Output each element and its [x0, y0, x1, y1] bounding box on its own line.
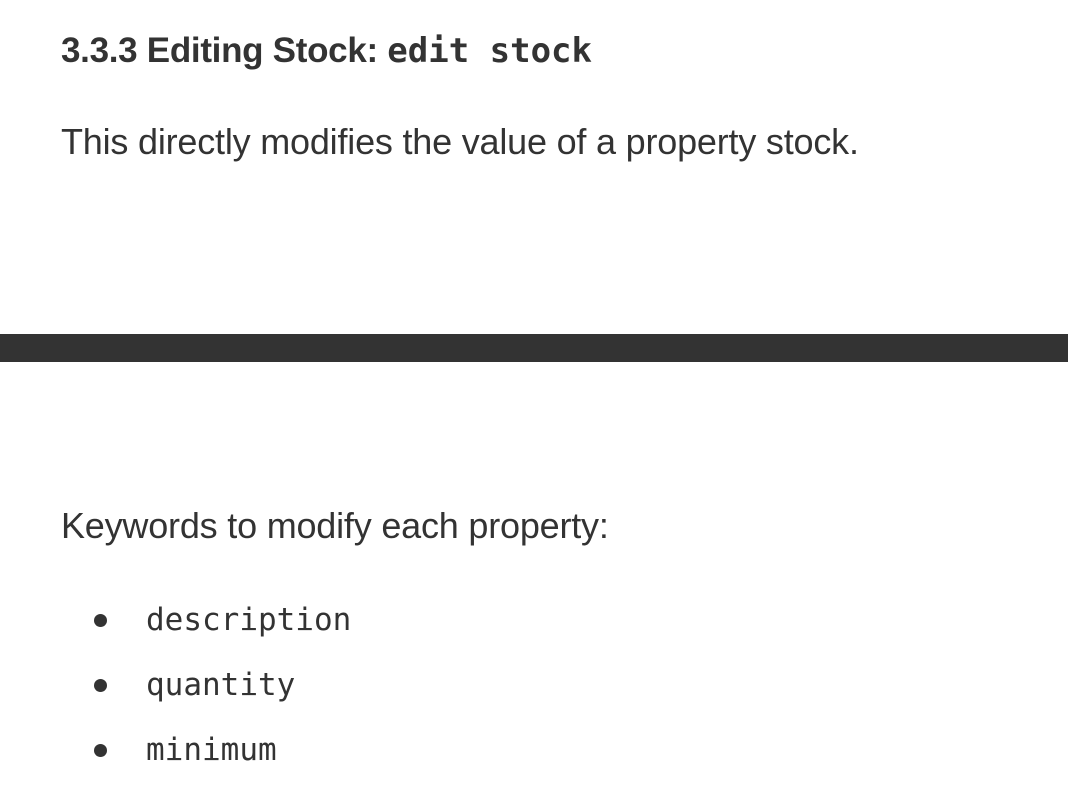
section-heading: 3.3.3 Editing Stock: edit stock — [61, 28, 592, 74]
section-heading-text: 3.3.3 Editing Stock: — [61, 31, 388, 70]
section-intro: This directly modifies the value of a pr… — [61, 121, 859, 162]
keyword-minimum: minimum — [146, 732, 277, 768]
keywords-label: Keywords to modify each property: — [61, 505, 609, 546]
keyword-description: description — [146, 602, 352, 638]
bullet-icon — [94, 614, 107, 627]
keyword-quantity: quantity — [146, 667, 296, 703]
section-heading-command: edit stock — [387, 31, 592, 71]
list-item: description — [0, 600, 600, 644]
list-item: minimum — [0, 730, 600, 774]
divider-bar — [0, 334, 1068, 362]
bullet-icon — [94, 679, 107, 692]
bullet-icon — [94, 744, 107, 757]
list-item: quantity — [0, 665, 600, 709]
